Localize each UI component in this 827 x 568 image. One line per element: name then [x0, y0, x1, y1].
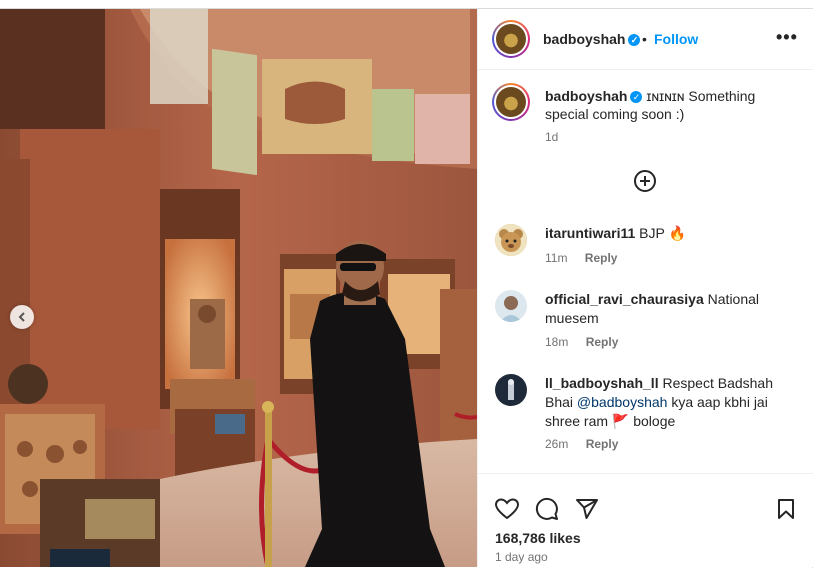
reply-button[interactable]: Reply — [586, 437, 619, 451]
avatar-image — [496, 24, 526, 54]
bear-avatar-image — [495, 224, 527, 256]
verified-icon: ✓ — [628, 34, 641, 47]
comment-age[interactable]: 18m — [545, 335, 568, 349]
post-actions: 168,786 likes 1 day ago — [478, 473, 813, 568]
likes-count[interactable]: 168,786 likes — [495, 530, 581, 546]
comment-username[interactable]: itaruntiwari11 — [545, 225, 635, 241]
caption-avatar-image — [496, 87, 526, 117]
comment-avatar[interactable] — [495, 290, 527, 322]
chevron-left-icon — [18, 312, 25, 322]
verified-icon: ✓ — [630, 91, 643, 104]
person-avatar-image — [495, 290, 527, 322]
comment-item: itaruntiwari11 BJP 🔥 — [545, 224, 800, 243]
separator-dot: • — [642, 31, 647, 47]
comment-item: ll_badboyshah_ll Respect Badshah Bhai @b… — [545, 374, 800, 431]
comment-text: BJP 🔥 — [639, 225, 686, 241]
dark-avatar-image — [495, 374, 527, 406]
comment-username[interactable]: official_ravi_chaurasiya — [545, 291, 704, 307]
post-side-panel: badboyshah ✓ • Follow ••• badboyshah ✓ ɪɴɪ… — [477, 9, 813, 567]
add-circle-icon[interactable] — [634, 170, 656, 192]
museum-photo-illustration — [0, 9, 477, 567]
comment-meta: 26m Reply — [545, 437, 618, 451]
post-caption: badboyshah ✓ ɪɴɪɴɪɴ Something special com… — [545, 87, 785, 123]
comment-age[interactable]: 26m — [545, 437, 568, 451]
post-header: badboyshah ✓ • Follow ••• — [478, 9, 813, 70]
comment-meta: 11m Reply — [545, 251, 617, 265]
caption-avatar[interactable] — [492, 83, 530, 121]
bookmark-icon[interactable] — [777, 498, 795, 520]
author-avatar[interactable] — [492, 20, 530, 58]
comment-username[interactable]: ll_badboyshah_ll — [545, 375, 659, 391]
author-username[interactable]: badboyshah ✓ — [543, 31, 641, 47]
comment-age[interactable]: 11m — [545, 251, 567, 265]
caption-username[interactable]: badboyshah — [545, 88, 627, 104]
more-icon[interactable]: ••• — [776, 27, 798, 48]
follow-button[interactable]: Follow — [654, 31, 698, 47]
caption-age[interactable]: 1d — [545, 130, 558, 144]
comment-icon[interactable] — [535, 497, 559, 521]
previous-photo-button[interactable] — [10, 305, 34, 329]
comment-avatar[interactable] — [495, 224, 527, 256]
comment-mention-link[interactable]: @badboyshah — [577, 394, 668, 410]
post-timestamp[interactable]: 1 day ago — [495, 550, 548, 564]
reply-button[interactable]: Reply — [585, 251, 618, 265]
share-icon[interactable] — [575, 498, 599, 520]
author-username-text[interactable]: badboyshah — [543, 31, 625, 47]
comment-item: official_ravi_chaurasiya National muesem — [545, 290, 800, 328]
heart-icon[interactable] — [495, 498, 519, 520]
comment-avatar[interactable] — [495, 374, 527, 406]
comment-meta: 18m Reply — [545, 335, 618, 349]
post-photo[interactable] — [0, 9, 477, 567]
reply-button[interactable]: Reply — [586, 335, 619, 349]
